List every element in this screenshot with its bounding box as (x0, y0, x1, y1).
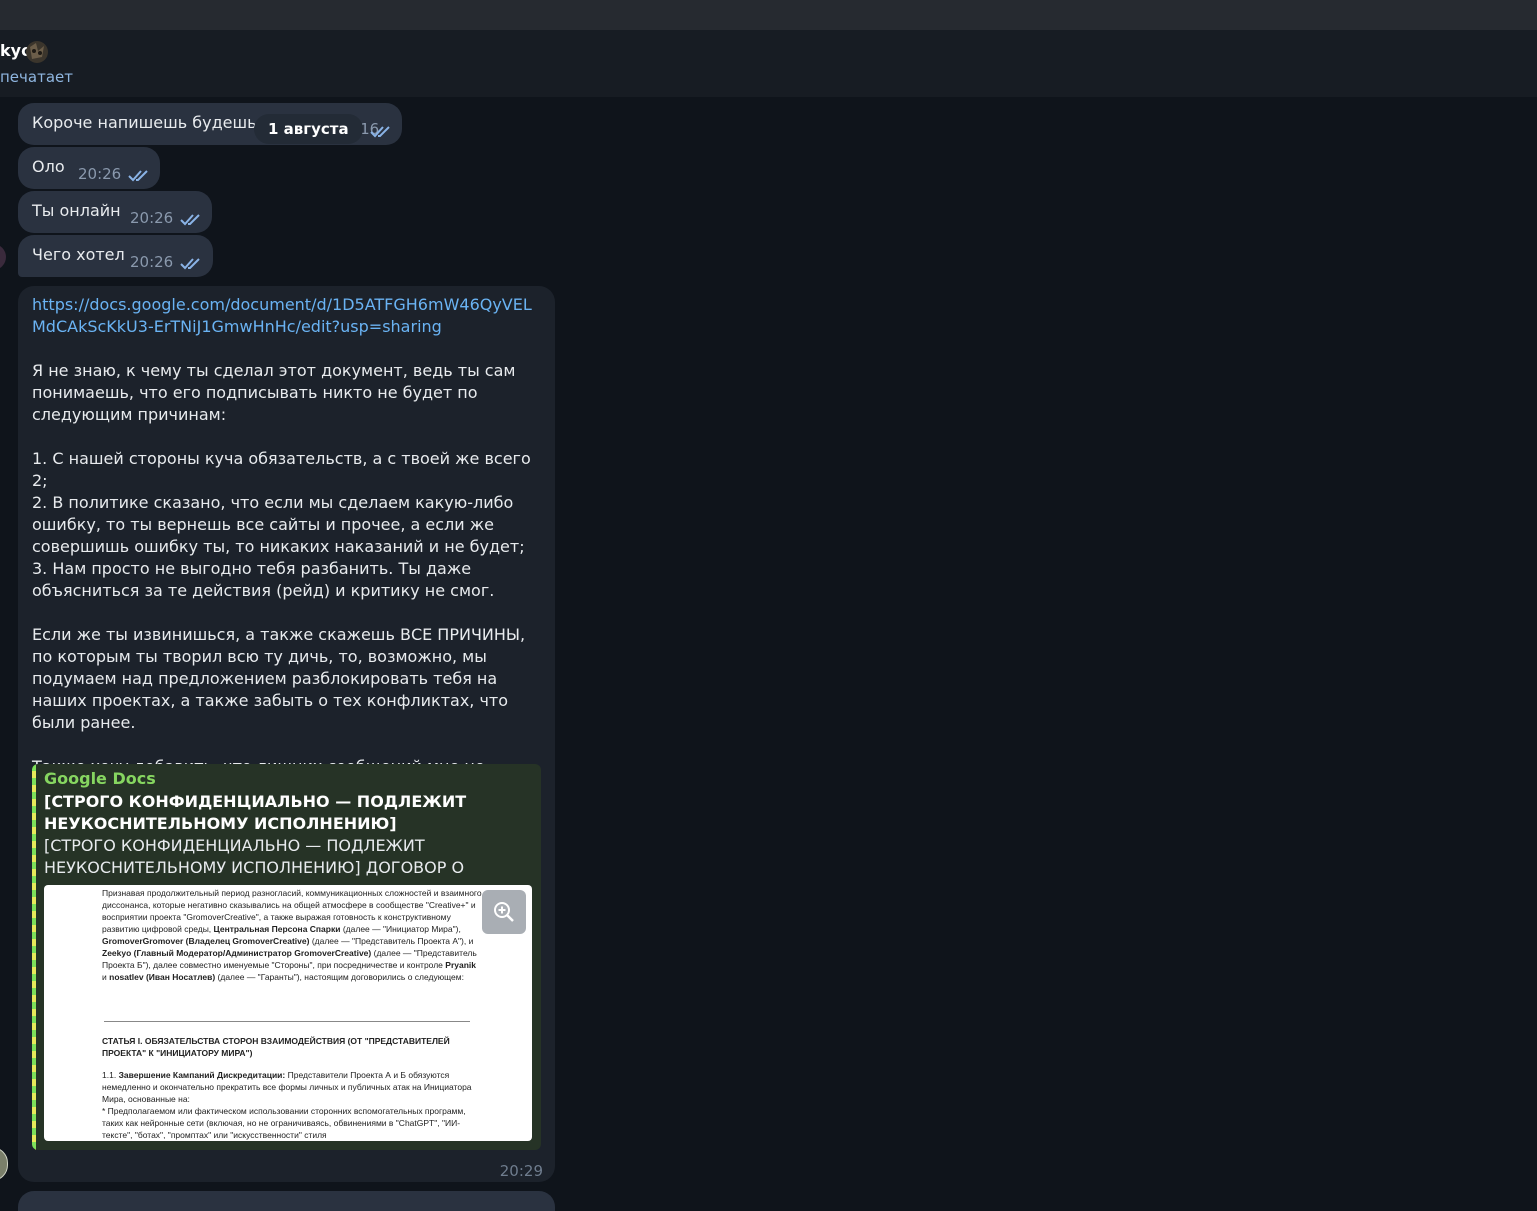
typing-status: печатает (0, 68, 73, 86)
document-link[interactable]: https://docs.google.com/document/d/1D5AT… (32, 294, 544, 338)
double-check-icon (180, 256, 202, 270)
zoom-in-button[interactable] (482, 890, 526, 934)
message-text: Ты онлайн (32, 201, 121, 220)
document-divider (104, 1021, 470, 1022)
message-time: 20:26 (130, 253, 174, 271)
date-divider: 1 августа (254, 114, 363, 144)
message-paragraph: 1. С нашей стороны куча обязательств, а … (32, 449, 531, 600)
chat-area[interactable]: Короче напишешь будешь 20:16 1 августа О… (0, 97, 1537, 1211)
preview-description: [СТРОГО КОНФИДЕНЦИАЛЬНО — ПОДЛЕЖИТ НЕУКО… (44, 836, 465, 877)
message-time: 20:26 (78, 165, 122, 183)
chat-header[interactable]: kyo печатает (0, 30, 1537, 98)
message-text: Чего хотел (32, 245, 125, 264)
double-check-icon (180, 212, 202, 226)
message-time: 20:26 (130, 209, 174, 227)
preview-accent-bar (32, 764, 36, 1150)
message-text: Короче напишешь будешь (32, 113, 257, 132)
zoom-in-icon (494, 902, 514, 922)
message-time: 20:29 (499, 1162, 543, 1180)
preview-site-name: Google Docs (44, 769, 156, 788)
link-preview[interactable]: Google Docs [СТРОГО КОНФИДЕНЦИАЛЬНО — ПО… (32, 764, 541, 1150)
double-check-icon (370, 124, 392, 138)
contact-emoji-icon (24, 39, 50, 65)
avatar[interactable] (0, 1147, 8, 1181)
document-heading: СТАТЬЯ I. ОБЯЗАТЕЛЬСТВА СТОРОН ВЗАИМОДЕЙ… (102, 1036, 450, 1058)
message-bubble[interactable]: Оло 20:26 (18, 147, 160, 189)
window-top-strip (0, 0, 1537, 30)
avatar[interactable] (0, 244, 6, 270)
double-check-icon (128, 168, 150, 182)
document-intro: Признавая продолжительный период разногл… (102, 888, 482, 982)
long-message-bubble[interactable]: https://docs.google.com/document/d/1D5AT… (18, 286, 555, 1182)
preview-title: [СТРОГО КОНФИДЕНЦИАЛЬНО — ПОДЛЕЖИТ НЕУКО… (44, 792, 467, 833)
message-paragraph: Я не знаю, к чему ты сделал этот докумен… (32, 361, 516, 424)
message-bubble[interactable] (18, 1191, 555, 1211)
document-clause: 1.1. Завершение Кампаний Дискредитации: … (102, 1070, 472, 1140)
document-preview-image[interactable]: Признавая продолжительный период разногл… (44, 885, 532, 1141)
message-text: Оло (32, 157, 65, 176)
message-body: Я не знаю, к чему ты сделал этот докумен… (32, 360, 544, 800)
message-paragraph: Если же ты извинишься, а также скажешь В… (32, 625, 526, 732)
message-bubble[interactable]: Ты онлайн 20:26 (18, 191, 212, 233)
message-bubble[interactable]: Чего хотел 20:26 (18, 235, 213, 277)
message-bubble[interactable]: Короче напишешь будешь 20:16 1 августа (18, 103, 402, 145)
